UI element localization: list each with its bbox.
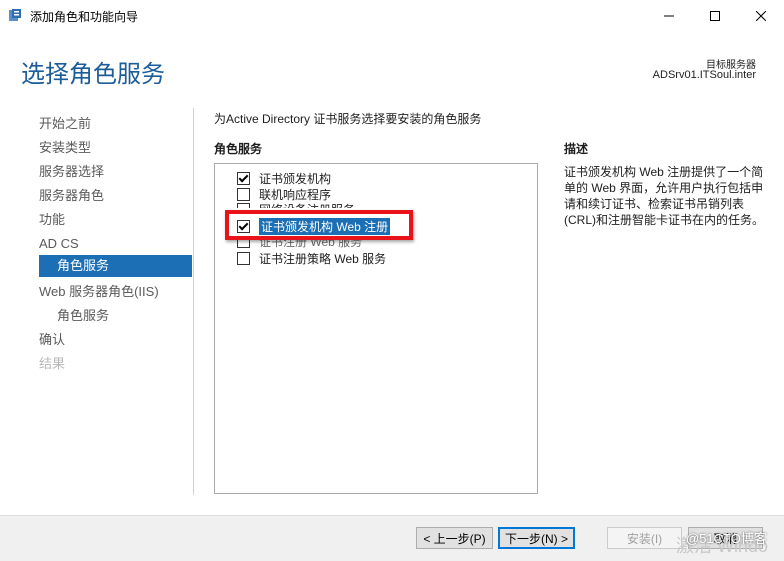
nav-item-web-role-services[interactable]: 角色服务: [57, 305, 109, 327]
checkbox[interactable]: [237, 171, 250, 185]
server-manager-icon: [9, 9, 21, 21]
nav-item-adcs[interactable]: AD CS: [39, 233, 79, 255]
checkbox[interactable]: [237, 187, 250, 201]
nav-item-installation-type[interactable]: 安装类型: [39, 137, 91, 159]
nav-item-server-roles[interactable]: 服务器角色: [39, 185, 104, 207]
previous-button[interactable]: < 上一步(P): [416, 527, 493, 549]
nav-item-features[interactable]: 功能: [39, 209, 65, 231]
nav-item-results: 结果: [39, 356, 66, 371]
nav-item-before-you-begin[interactable]: 开始之前: [39, 113, 91, 135]
page-description: 为Active Directory 证书服务选择要安装的角色服务: [214, 112, 482, 126]
window-title: 添加角色和功能向导: [30, 10, 139, 24]
service-label: 证书颁发机构: [259, 171, 332, 186]
description-header: 描述: [564, 142, 589, 156]
role-services-header: 角色服务: [214, 142, 263, 156]
list-item[interactable]: 证书注册策略 Web 服务: [237, 250, 386, 266]
maximize-button[interactable]: [692, 0, 738, 31]
service-label: 证书注册策略 Web 服务: [259, 251, 387, 266]
nav-item-confirmation[interactable]: 确认: [39, 329, 65, 351]
next-button[interactable]: 下一步(N) >: [498, 527, 575, 549]
title-bar: 添加角色和功能向导: [0, 0, 784, 31]
nav-item-web-server-role[interactable]: Web 服务器角色(IIS): [39, 281, 159, 303]
minimize-icon: [664, 15, 674, 16]
blog-watermark: @51CTO博客: [686, 531, 767, 546]
nav-item-server-selection[interactable]: 服务器选择: [39, 161, 104, 183]
page-title: 选择角色服务: [21, 61, 165, 88]
annotation-highlight-box: [225, 210, 413, 240]
target-server-value: ADSrv01.ITSoul.inter: [652, 69, 756, 81]
nav-item-role-services-active[interactable]: 角色服务: [39, 255, 192, 277]
nav-divider: [193, 108, 194, 495]
install-button: 安装(I): [607, 527, 682, 549]
close-button[interactable]: [738, 0, 784, 31]
service-label: 联机响应程序: [259, 187, 332, 202]
close-icon: [756, 10, 766, 21]
checkbox[interactable]: [237, 251, 250, 265]
description-text: 证书颁发机构 Web 注册提供了一个简单的 Web 界面，允许用户执行包括申请和…: [564, 165, 764, 227]
list-item[interactable]: 联机响应程序: [237, 186, 331, 202]
list-item[interactable]: 证书颁发机构: [237, 170, 331, 186]
maximize-icon: [710, 10, 720, 21]
minimize-button[interactable]: [646, 0, 692, 31]
